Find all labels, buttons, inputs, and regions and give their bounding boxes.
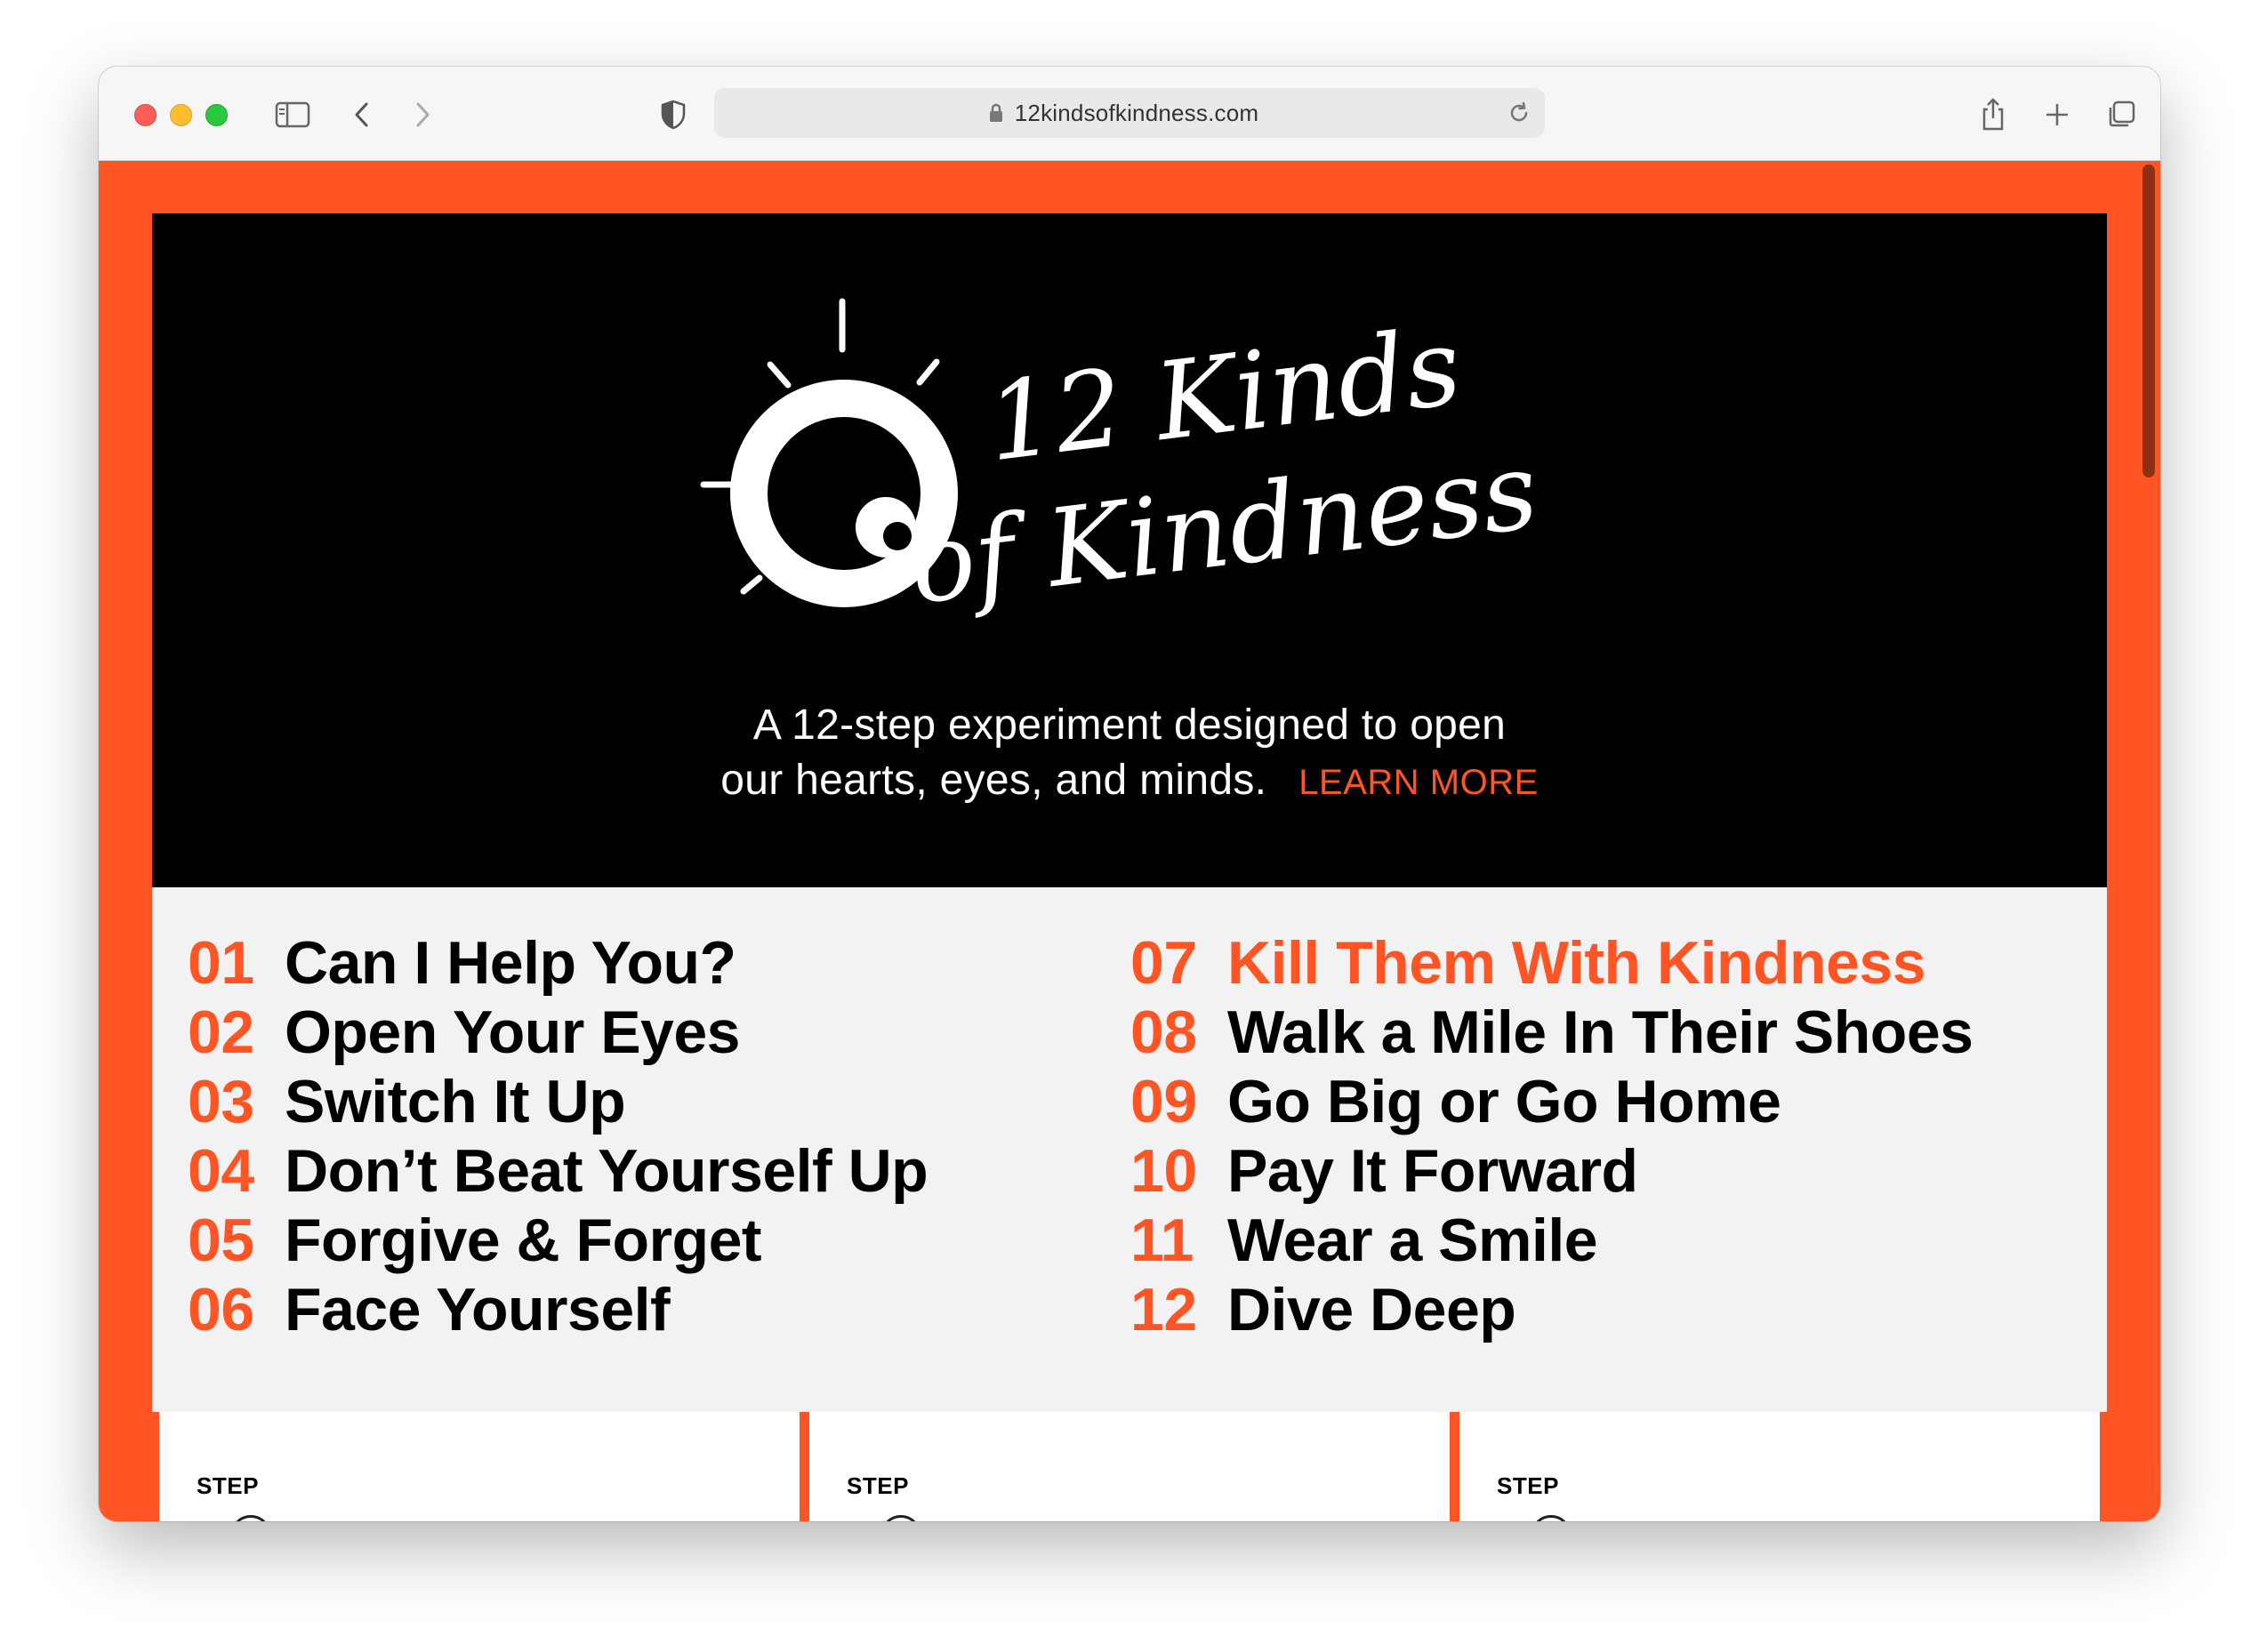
steps-list: 01 Can I Help You? 02 Open Your Eyes 03 Swi… <box>152 887 2107 1412</box>
step-card-label: STEP <box>197 1472 259 1499</box>
learn-more-link[interactable]: LEARN MORE <box>1298 763 1539 802</box>
step-title: Don’t Beat Yourself Up <box>285 1137 929 1205</box>
step-number: 09 <box>1130 1068 1197 1135</box>
step-title: Face Yourself <box>285 1276 671 1343</box>
step-number: 07 <box>1130 929 1197 997</box>
steps-column-right: 07 Kill Them With Kindness 08 Walk a Mile … <box>1130 928 1974 1344</box>
step-title: Switch It Up <box>285 1068 626 1135</box>
step-card[interactable]: STEP <box>809 1412 1450 1521</box>
scrollbar-thumb[interactable] <box>2142 164 2155 477</box>
minimize-window-button[interactable] <box>170 104 192 126</box>
steps-column-left: 01 Can I Help You? 02 Open Your Eyes 03 Swi… <box>188 928 929 1344</box>
step-link-12[interactable]: 12 Dive Deep <box>1130 1275 1973 1344</box>
step-number: 12 <box>1130 1276 1197 1343</box>
step-number: 02 <box>188 998 254 1066</box>
address-bar[interactable]: 12kindsofkindness.com <box>714 88 1545 138</box>
step-number: 10 <box>1130 1137 1197 1205</box>
step-link-05[interactable]: 05 Forgive & Forget <box>188 1206 928 1275</box>
tagline-line-1: A 12-step experiment designed to open <box>752 702 1507 749</box>
step-card-circle <box>1531 1515 1572 1521</box>
step-title: Wear a Smile <box>1227 1207 1598 1274</box>
reload-icon[interactable] <box>1506 100 1532 131</box>
zoom-window-button[interactable] <box>205 104 228 126</box>
close-window-button[interactable] <box>134 104 157 126</box>
sidebar-toggle-icon[interactable] <box>271 93 314 136</box>
back-chevron-icon[interactable] <box>341 93 383 136</box>
step-link-06[interactable]: 06 Face Yourself <box>188 1275 928 1344</box>
step-link-09[interactable]: 09 Go Big or Go Home <box>1130 1067 1973 1136</box>
step-title: Forgive & Forget <box>285 1207 762 1274</box>
step-title: Dive Deep <box>1227 1276 1516 1343</box>
share-icon[interactable] <box>1972 93 2014 136</box>
step-title: Pay It Forward <box>1227 1137 1638 1205</box>
step-number: 04 <box>188 1137 254 1205</box>
step-card-label: STEP <box>1497 1472 1559 1499</box>
step-link-02[interactable]: 02 Open Your Eyes <box>188 998 928 1067</box>
step-number: 06 <box>188 1276 254 1343</box>
step-link-03[interactable]: 03 Switch It Up <box>188 1067 928 1136</box>
step-link-01[interactable]: 01 Can I Help You? <box>188 928 928 998</box>
privacy-shield-icon[interactable] <box>652 93 695 136</box>
browser-toolbar: 12kindsofkindness.com <box>99 67 2160 161</box>
step-card-circle <box>880 1515 921 1521</box>
tagline-line-2: our hearts, eyes, and minds. LEARN MORE <box>152 753 2107 810</box>
step-card-label: STEP <box>847 1472 909 1499</box>
page-content: 12 Kinds of Kindness A 12-step experimen… <box>152 213 2107 1521</box>
step-card[interactable]: STEP <box>1459 1412 2100 1521</box>
step-link-11[interactable]: 11 Wear a Smile <box>1130 1206 1973 1275</box>
kindness-logo[interactable]: 12 Kinds of Kindness <box>615 298 1646 654</box>
step-card[interactable]: STEP <box>159 1412 800 1521</box>
url-text: 12kindsofkindness.com <box>1014 100 1259 126</box>
step-cards-row: STEP STEP STEP <box>152 1412 2107 1521</box>
step-number: 11 <box>1130 1207 1194 1274</box>
forward-chevron-icon[interactable] <box>401 93 444 136</box>
step-number: 03 <box>188 1068 254 1135</box>
step-link-04[interactable]: 04 Don’t Beat Yourself Up <box>188 1136 929 1206</box>
step-link-10[interactable]: 10 Pay It Forward <box>1130 1136 1973 1206</box>
tagline-line-2-text: our hearts, eyes, and minds. <box>720 757 1267 804</box>
tab-overview-icon[interactable] <box>2100 93 2142 136</box>
step-number: 05 <box>188 1207 254 1274</box>
hero-banner: 12 Kinds of Kindness A 12-step experimen… <box>152 213 2107 887</box>
browser-window: 12kindsofkindness.com 12 Kinds of Kindne… <box>99 67 2160 1521</box>
step-title: Walk a Mile In Their Shoes <box>1227 998 1974 1066</box>
step-link-08[interactable]: 08 Walk a Mile In Their Shoes <box>1130 998 1974 1067</box>
step-title: Go Big or Go Home <box>1227 1068 1781 1135</box>
step-card-circle <box>230 1515 271 1521</box>
step-link-07[interactable]: 07 Kill Them With Kindness <box>1130 928 1973 998</box>
step-number: 01 <box>188 929 254 997</box>
step-number: 08 <box>1130 998 1197 1066</box>
step-title: Can I Help You? <box>285 929 736 997</box>
new-tab-plus-icon[interactable] <box>2036 93 2078 136</box>
step-title: Open Your Eyes <box>285 998 741 1066</box>
step-title: Kill Them With Kindness <box>1227 929 1926 997</box>
